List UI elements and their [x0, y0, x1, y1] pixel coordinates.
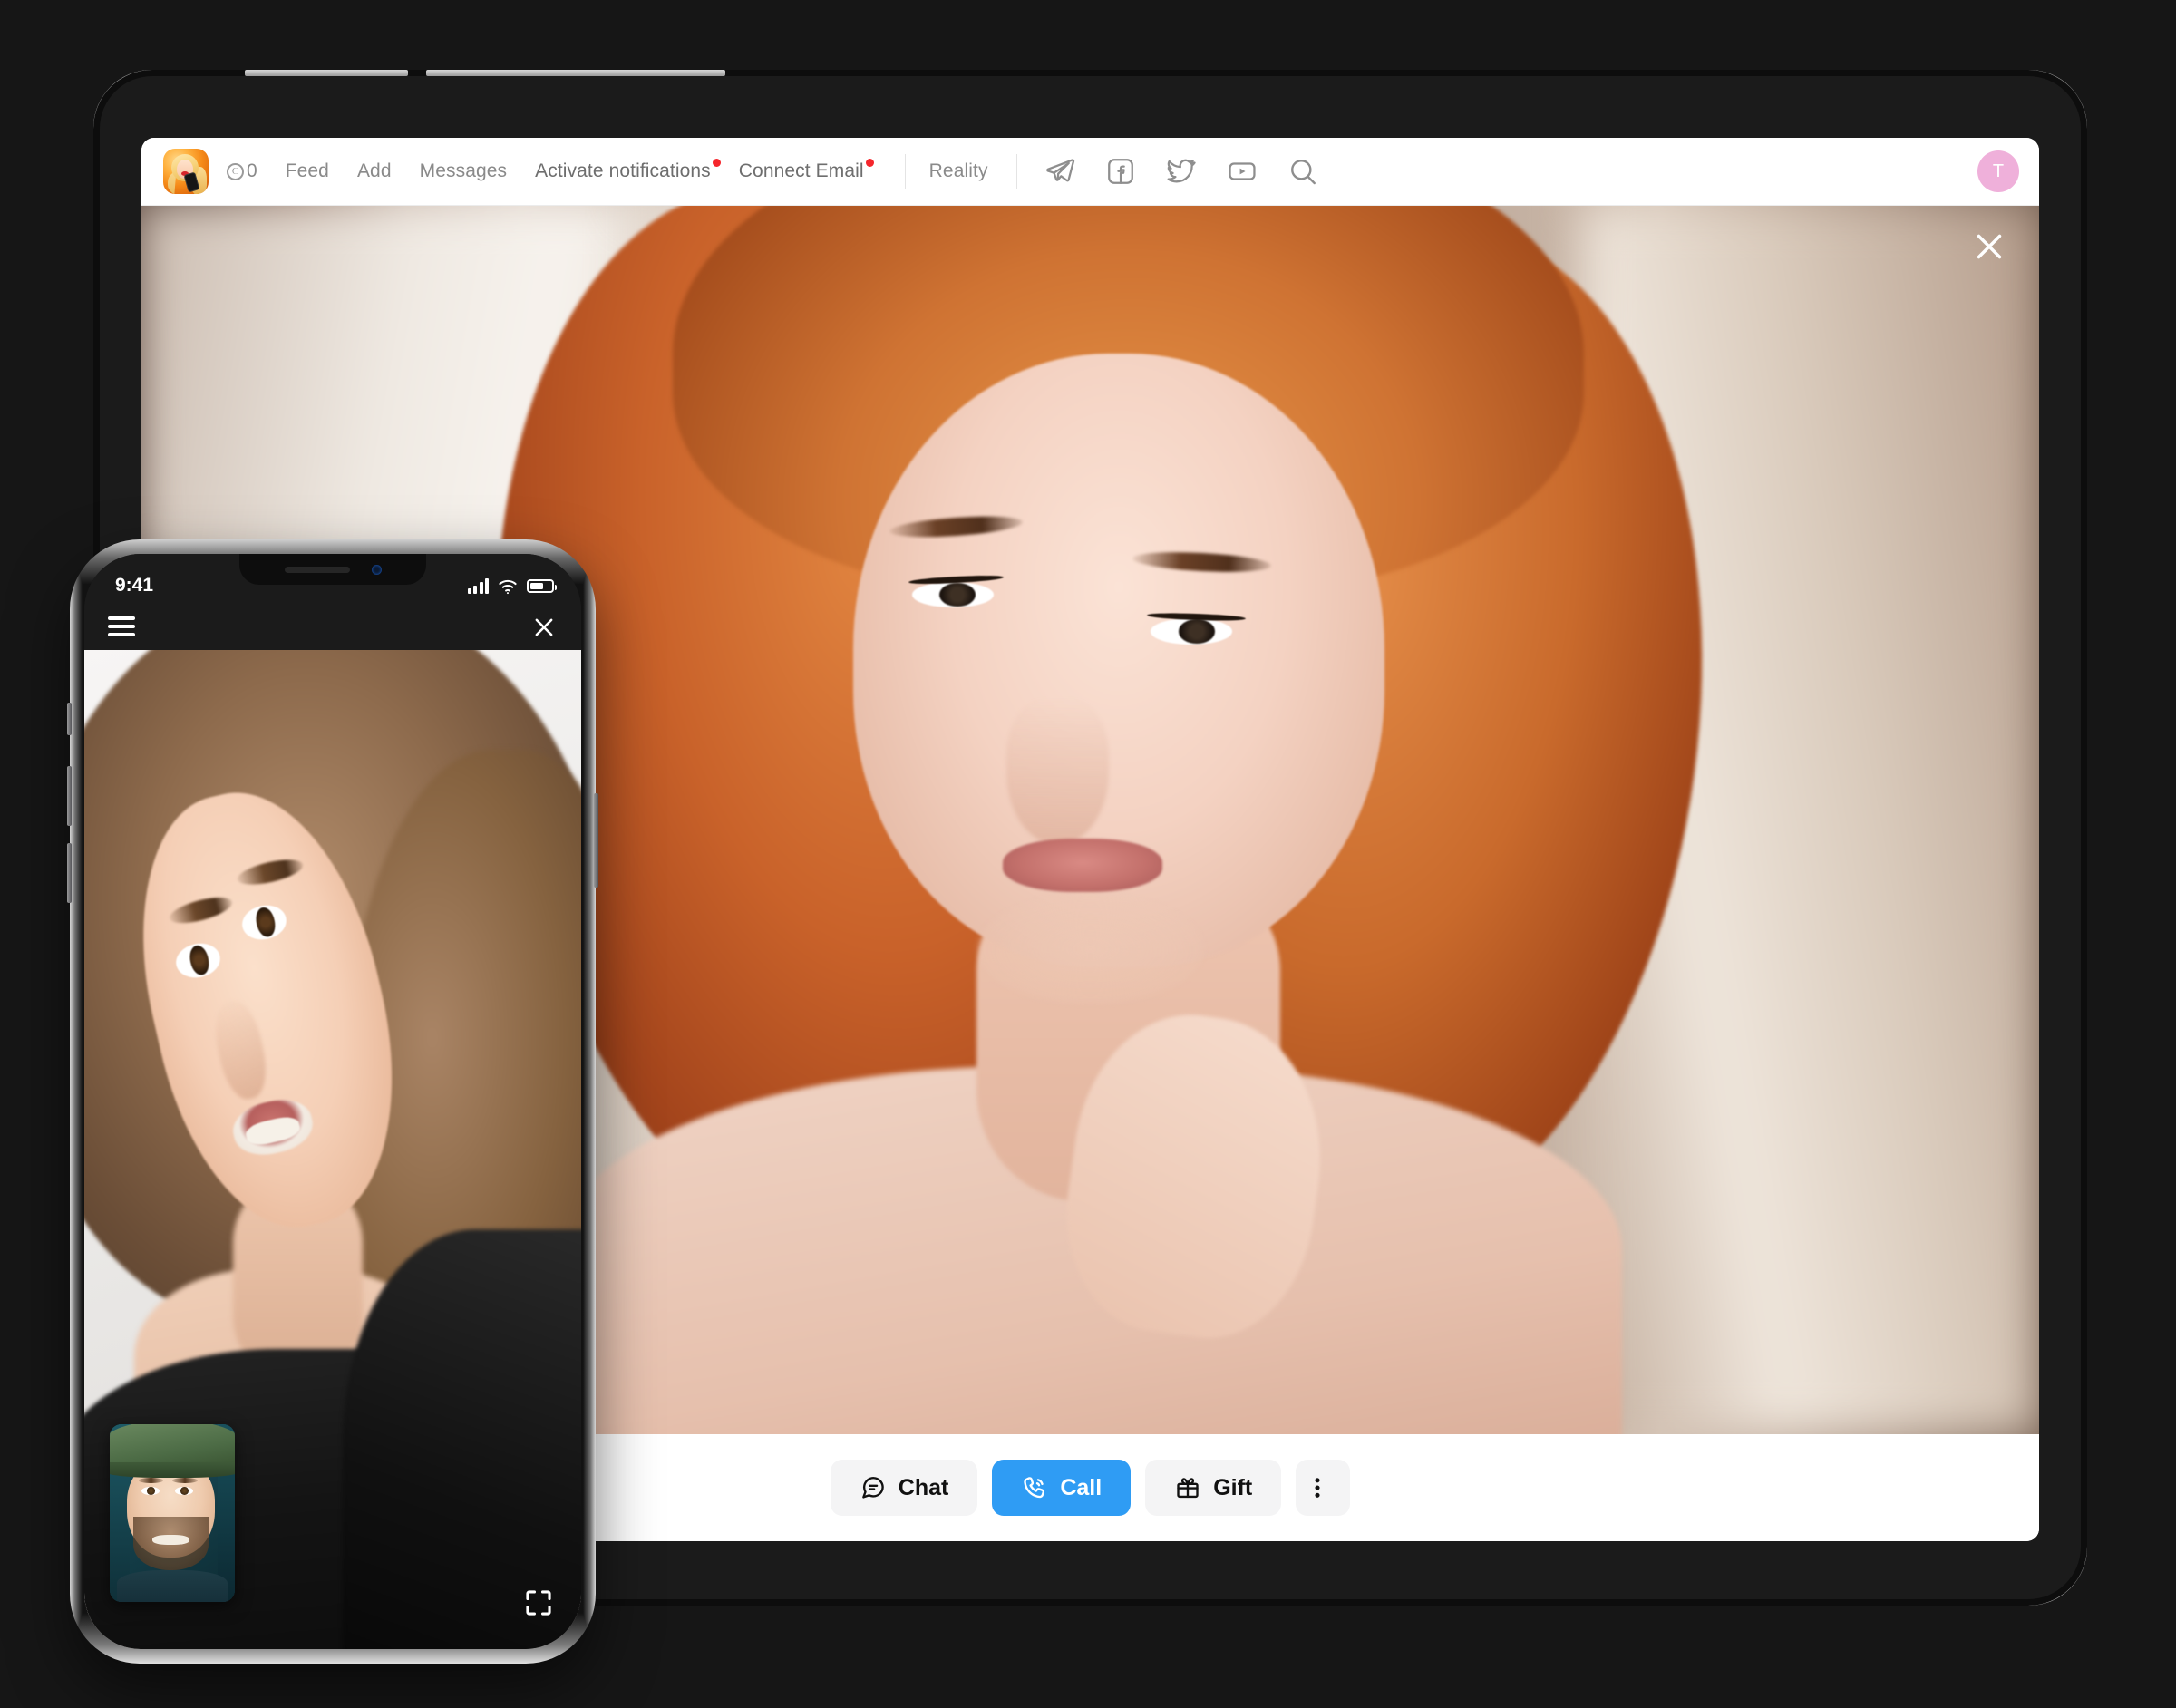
nav-item-label: Add — [356, 160, 392, 181]
nav-item-connect-email[interactable]: Connect Email — [738, 159, 874, 182]
wifi-icon — [498, 578, 518, 594]
gift-button[interactable]: Gift — [1145, 1460, 1282, 1516]
search-icon[interactable] — [1287, 156, 1318, 187]
front-camera-icon — [371, 564, 382, 575]
twitter-icon[interactable] — [1166, 156, 1197, 187]
phone-screen: 9:41 — [84, 554, 581, 1649]
coin-balance-value: 0 — [247, 160, 257, 181]
phone-mute-switch[interactable] — [67, 703, 72, 735]
nav-item-add[interactable]: Add — [357, 160, 392, 182]
app-logo-icon[interactable] — [163, 149, 209, 194]
telegram-icon[interactable] — [1044, 156, 1075, 187]
notification-badge-dot — [865, 159, 874, 167]
tablet-antenna-line — [245, 70, 408, 76]
facebook-icon[interactable] — [1105, 156, 1136, 187]
video-call-stage[interactable] — [84, 650, 581, 1649]
hamburger-menu-icon[interactable] — [108, 616, 135, 638]
chat-button-label: Chat — [898, 1474, 949, 1500]
nav-divider — [1015, 154, 1017, 189]
nav-item-label: Messages — [419, 160, 508, 181]
battery-icon — [527, 578, 557, 593]
user-avatar[interactable]: T — [1977, 150, 2019, 192]
nav-item-feed[interactable]: Feed — [286, 160, 329, 182]
phone-app-top-bar — [84, 605, 581, 650]
tablet-antenna-line — [426, 70, 725, 76]
social-icon-group — [1044, 156, 1318, 187]
coin-balance[interactable]: C 0 — [227, 160, 257, 182]
status-bar-indicators — [467, 577, 557, 594]
nav-divider — [904, 154, 906, 189]
phone-call-icon — [1021, 1474, 1048, 1501]
nav-item-messages[interactable]: Messages — [420, 160, 508, 182]
picture-in-picture-self-view[interactable] — [110, 1424, 235, 1602]
gift-icon — [1174, 1474, 1201, 1501]
chat-bubble-icon — [860, 1474, 887, 1501]
nav-item-label: Connect Email — [738, 160, 864, 181]
close-icon[interactable] — [530, 614, 558, 641]
cellular-bars-icon — [467, 577, 489, 594]
youtube-icon[interactable] — [1227, 156, 1258, 187]
gift-button-label: Gift — [1213, 1474, 1253, 1500]
nav-item-label: Reality — [928, 160, 988, 181]
close-icon[interactable] — [1968, 226, 2010, 267]
phone-volume-down-button[interactable] — [67, 843, 72, 903]
earpiece-speaker — [284, 566, 350, 573]
phone-power-button[interactable] — [594, 793, 598, 888]
fullscreen-expand-icon[interactable] — [523, 1587, 554, 1618]
notification-badge-dot — [712, 159, 721, 167]
more-options-button[interactable] — [1296, 1460, 1351, 1516]
top-navigation-bar: C 0 Feed Add Messages Activate notificat… — [141, 138, 2039, 206]
call-button[interactable]: Call — [992, 1460, 1132, 1516]
status-bar-time: 9:41 — [115, 575, 154, 596]
nav-item-label: Activate notifications — [535, 160, 711, 181]
call-button-label: Call — [1060, 1474, 1103, 1500]
nav-item-activate-notifications[interactable]: Activate notifications — [535, 159, 721, 182]
nav-item-label: Feed — [285, 160, 329, 181]
coin-icon: C — [227, 162, 244, 180]
phone-volume-up-button[interactable] — [67, 766, 72, 826]
avatar-initial: T — [1992, 160, 2005, 181]
chat-button[interactable]: Chat — [830, 1460, 978, 1516]
nav-item-reality[interactable]: Reality — [929, 160, 988, 182]
more-vertical-icon — [1304, 1474, 1331, 1501]
phone-device: 9:41 — [67, 539, 598, 1664]
phone-notch — [239, 554, 426, 585]
